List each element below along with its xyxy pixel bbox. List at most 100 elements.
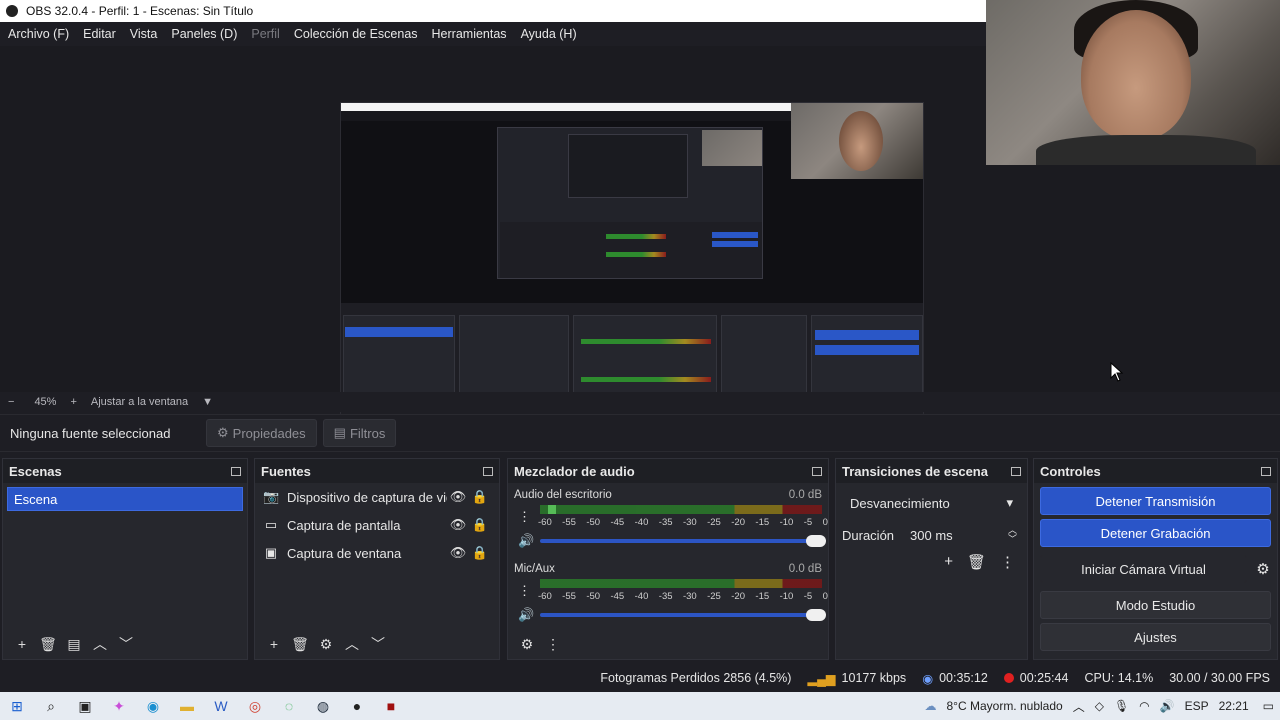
studio-mode-button[interactable]: Modo Estudio (1040, 591, 1271, 619)
word-icon[interactable]: W (204, 692, 238, 720)
search-icon[interactable]: ⌕ (34, 692, 68, 720)
dock-float-icon[interactable] (1261, 466, 1271, 476)
menu-archivo[interactable]: Archivo (F) (8, 27, 69, 41)
dock-float-icon[interactable] (812, 466, 822, 476)
sources-footer: + 🗑 ⚙ ︿ ﹀ (255, 629, 499, 659)
scenes-title: Escenas (9, 463, 62, 479)
source-item[interactable]: ▭ Captura de pantalla 👁 🔒 (255, 511, 499, 539)
virtual-camera-button[interactable]: Iniciar Cámara Virtual (1040, 555, 1247, 583)
lock-icon[interactable]: 🔒 (469, 517, 491, 533)
eye-icon[interactable]: 👁 (447, 489, 469, 505)
filters-button[interactable]: ▤ Filtros (322, 419, 397, 447)
add-icon[interactable]: + (944, 553, 953, 571)
edge-icon[interactable]: ◉ (136, 692, 170, 720)
menu-dots-icon[interactable]: ⋮ (518, 509, 531, 525)
menu-dots-icon[interactable]: ⋮ (518, 583, 531, 599)
transition-select[interactable]: Desvanecimiento ▾ (842, 489, 1021, 517)
arrow-up-icon[interactable]: ︿ (87, 634, 113, 654)
speaker-icon[interactable]: 🔊 (518, 533, 534, 549)
menu-dots-icon[interactable]: ⋮ (540, 636, 566, 653)
chevron-up-icon[interactable]: ︿ (1073, 698, 1085, 715)
sources-title: Fuentes (261, 463, 311, 479)
webcam-overlay (986, 0, 1280, 165)
arrow-down-icon[interactable]: ﹀ (365, 634, 391, 654)
steam-icon[interactable]: ◍ (306, 692, 340, 720)
folder-icon[interactable]: ▬ (170, 692, 204, 720)
volume-slider[interactable] (540, 535, 826, 547)
dock-float-icon[interactable] (483, 466, 493, 476)
menu-herramientas[interactable]: Herramientas (432, 27, 507, 41)
gear-icon[interactable]: ⚙ (514, 636, 540, 653)
trash-icon[interactable]: 🗑 (967, 553, 986, 571)
zoom-out-button[interactable]: − (8, 396, 14, 408)
add-icon[interactable]: + (9, 636, 35, 652)
menu-paneles[interactable]: Paneles (D) (171, 27, 237, 41)
chevron-down-icon: ▾ (1006, 495, 1013, 510)
eye-icon[interactable]: 👁 (447, 545, 469, 561)
add-icon[interactable]: + (261, 636, 287, 652)
windows-taskbar: ⊞ ⌕ ▣ ✦ ◉ ▬ W ◎ ◌ ◍ ● ■ ☁ 8°C Mayorm. nu… (0, 692, 1280, 720)
dock-float-icon[interactable] (231, 466, 241, 476)
zoom-in-button[interactable]: + (70, 396, 76, 408)
arrow-down-icon[interactable]: ﹀ (113, 634, 139, 654)
volume-icon[interactable]: 🔊 (1160, 699, 1175, 713)
dock-float-icon[interactable] (1011, 466, 1021, 476)
source-item[interactable]: ▣ Captura de ventana 👁 🔒 (255, 539, 499, 567)
app-icon[interactable]: ■ (374, 692, 408, 720)
wifi-icon[interactable]: ◠ (1139, 699, 1149, 713)
controls-title: Controles (1040, 463, 1101, 479)
broadcast-icon: ◉ (922, 671, 934, 686)
properties-label: Propiedades (232, 425, 306, 441)
obs-icon[interactable]: ● (340, 692, 374, 720)
notification-icon[interactable]: ▭ (1263, 699, 1274, 713)
copilot-icon[interactable]: ✦ (102, 692, 136, 720)
arrow-up-icon[interactable]: ︿ (339, 634, 365, 654)
menu-vista[interactable]: Vista (130, 27, 158, 41)
duration-row: Duración 300 ms ︿ ﹀ (842, 523, 1021, 547)
mixer-track-mic: Mic/Aux 0.0 dB ⋮ -60 -55 -50 -45 -40 -35 -30 -2… (508, 557, 828, 631)
gear-icon[interactable]: ⚙ (313, 636, 339, 653)
language-indicator[interactable]: ESP (1185, 699, 1209, 713)
microphone-icon[interactable]: 🎙 (1114, 699, 1129, 713)
lock-icon[interactable]: 🔒 (469, 545, 491, 561)
menu-dots-icon[interactable]: ⋮ (1000, 553, 1015, 571)
stop-stream-button[interactable]: Detener Transmisión (1040, 487, 1271, 515)
chevron-down-icon[interactable]: ▼ (202, 396, 213, 408)
menu-editar[interactable]: Editar (83, 27, 116, 41)
zoom-fit-select[interactable]: Ajustar a la ventana (91, 396, 188, 408)
rec-time-item: 00:25:44 (1003, 671, 1068, 685)
scene-item[interactable]: Escena (7, 487, 243, 511)
speaker-icon[interactable]: 🔊 (518, 607, 534, 623)
track-name: Audio del escritorio (514, 489, 612, 501)
volume-meter (540, 505, 822, 514)
chrome-icon[interactable]: ◎ (238, 692, 272, 720)
no-source-label: Ninguna fuente seleccionad (10, 425, 171, 441)
menu-coleccion[interactable]: Colección de Escenas (294, 27, 418, 41)
properties-button[interactable]: ⚙ Propiedades (206, 419, 317, 447)
volume-slider[interactable] (540, 609, 826, 621)
source-name: Captura de pantalla (287, 517, 401, 533)
trash-icon[interactable]: 🗑 (287, 636, 313, 653)
network-icon[interactable]: ◇ (1095, 699, 1104, 713)
whatsapp-icon[interactable]: ◌ (272, 692, 306, 720)
menu-ayuda[interactable]: Ayuda (H) (521, 27, 577, 41)
source-item[interactable]: 📷 Dispositivo de captura de vid 👁 🔒 (255, 483, 499, 511)
signal-icon: ▂▄▆ (807, 671, 836, 686)
duration-input[interactable]: 300 ms ︿ ﹀ (904, 523, 1021, 547)
windows-start-icon[interactable]: ⊞ (0, 692, 34, 720)
weather-text[interactable]: 8°C Mayorm. nublado (947, 699, 1063, 713)
spinner-icon[interactable]: ︿ ﹀ (1008, 526, 1017, 544)
trash-icon[interactable]: 🗑 (35, 636, 61, 653)
filter-icon[interactable]: ▤ (61, 636, 87, 653)
lock-icon[interactable]: 🔒 (469, 489, 491, 505)
clock[interactable]: 22:21 (1219, 699, 1249, 713)
settings-button[interactable]: Ajustes (1040, 623, 1271, 651)
bitrate-item: ▂▄▆ 10177 kbps (807, 671, 906, 686)
stop-recording-button[interactable]: Detener Grabación (1040, 519, 1271, 547)
nested-preview (497, 127, 763, 279)
cpu-usage: CPU: 14.1% (1084, 671, 1154, 685)
gear-icon[interactable]: ⚙ (1249, 560, 1277, 578)
eye-icon[interactable]: 👁 (447, 517, 469, 533)
task-view-icon[interactable]: ▣ (68, 692, 102, 720)
filters-label: Filtros (349, 425, 386, 441)
